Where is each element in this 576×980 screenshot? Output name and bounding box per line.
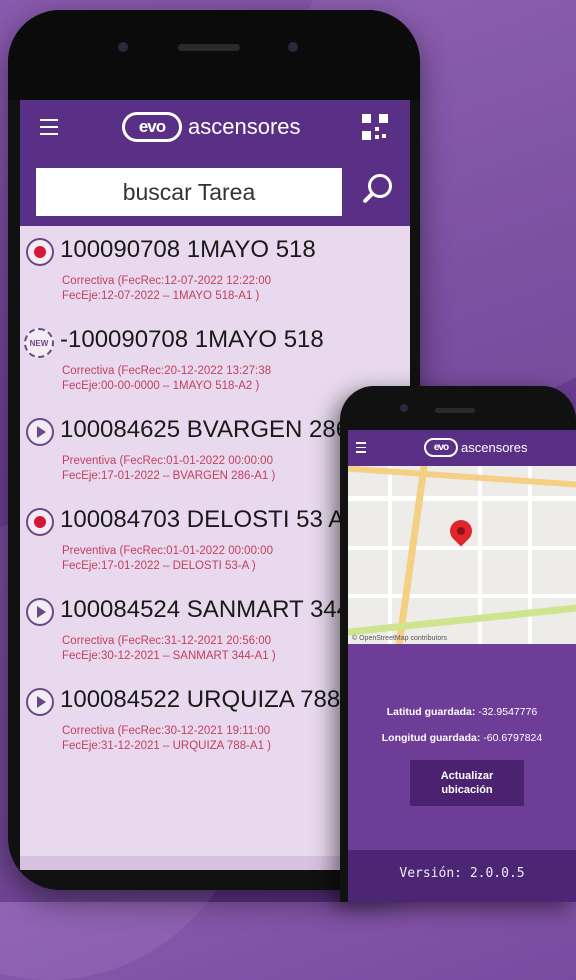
task-title: 100084522 URQUIZA 788 — [60, 686, 341, 713]
update-location-button[interactable]: Actualizar ubicación — [410, 760, 524, 806]
task-detail: Preventiva (FecRec:01-01-2022 00:00:00 Fe… — [62, 455, 276, 482]
front-camera-icon — [400, 404, 408, 412]
version-label: Versión: 2.0.0.5 — [399, 866, 525, 881]
latitude-value: -32.9547776 — [478, 706, 538, 718]
task-detail: Correctiva (FecRec:12-07-2022 12:22:00 Fe… — [62, 275, 272, 302]
logo-text: ascensores — [188, 114, 301, 139]
map-pin-icon — [445, 515, 477, 547]
qr-code-icon[interactable] — [362, 114, 388, 140]
play-icon — [26, 418, 54, 446]
location-screen: evo ascensores © OpenStreetMap contribut… — [348, 430, 576, 902]
task-title: 100084703 DELOSTI 53 A — [60, 506, 345, 533]
logo-mark: evo — [424, 438, 458, 457]
speaker-grille — [435, 408, 475, 413]
record-icon — [26, 508, 54, 536]
app-logo: evo ascensores — [122, 112, 301, 142]
task-title: 100084625 BVARGEN 286 — [60, 416, 350, 443]
longitude-label: Longitud guardada: — [381, 732, 481, 744]
search-input[interactable] — [36, 168, 342, 216]
map-credit: © OpenStreetMap contributors — [352, 635, 448, 642]
longitude-info: Longitud guardada: -60.6797824 — [348, 732, 576, 744]
latitude-info: Latitud guardada: -32.9547776 — [348, 706, 576, 718]
app-bar: evo ascensores — [348, 430, 576, 466]
task-detail: Correctiva (FecRec:30-12-2021 19:11:00 Fe… — [62, 725, 272, 752]
task-title: -100090708 1MAYO 518 — [60, 326, 324, 353]
latitude-label: Latitud guardada: — [386, 706, 476, 718]
play-icon — [26, 598, 54, 626]
logo-text: ascensores — [461, 440, 528, 455]
front-camera-icon — [118, 42, 128, 52]
menu-icon[interactable] — [40, 119, 58, 135]
new-badge-icon: NEW — [24, 328, 54, 358]
play-icon — [26, 688, 54, 716]
task-detail: Correctiva (FecRec:31-12-2021 20:56:00 Fe… — [62, 635, 276, 662]
location-phone: evo ascensores © OpenStreetMap contribut… — [340, 386, 576, 902]
record-icon — [26, 238, 54, 266]
task-item[interactable]: NEW -100090708 1MAYO 518 Correctiva (Fec… — [20, 316, 410, 406]
map-view[interactable]: © OpenStreetMap contributors — [348, 466, 576, 644]
task-title: 100090708 1MAYO 518 — [60, 236, 316, 263]
app-bar: evo ascensores — [20, 100, 410, 156]
phone-top-bezel — [8, 10, 420, 100]
longitude-value: -60.6797824 — [483, 732, 543, 744]
task-title: 100084524 SANMART 344 — [60, 596, 350, 623]
search-bar — [20, 156, 410, 226]
task-item[interactable]: 100090708 1MAYO 518 Correctiva (FecRec:1… — [20, 226, 410, 316]
speaker-grille — [178, 44, 240, 51]
task-detail: Preventiva (FecRec:01-01-2022 00:00:00 Fe… — [62, 545, 273, 572]
search-icon[interactable] — [358, 174, 394, 210]
sensor-icon — [288, 42, 298, 52]
logo-mark: evo — [122, 112, 182, 142]
menu-icon[interactable] — [356, 442, 366, 456]
app-logo: evo ascensores — [424, 438, 527, 457]
task-detail: Correctiva (FecRec:20-12-2022 13:27:38 Fe… — [62, 365, 272, 392]
